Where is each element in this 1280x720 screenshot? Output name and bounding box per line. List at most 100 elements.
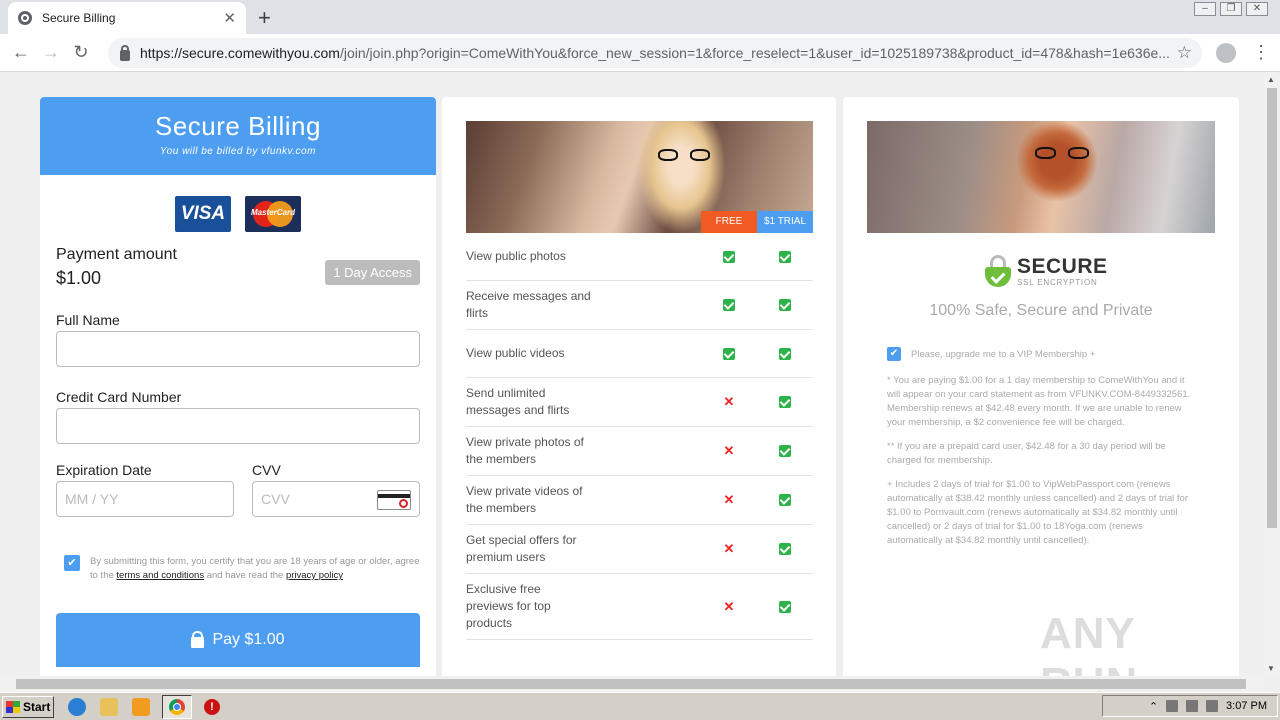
feature-label: View private photos of the members (466, 435, 584, 466)
feature-row: View private videos of the members ✕ (466, 476, 813, 525)
privacy-link[interactable]: privacy policy (286, 570, 343, 581)
vertical-scroll-thumb[interactable] (1267, 88, 1277, 528)
maximize-button[interactable]: ❐ (1220, 2, 1242, 16)
cvv-input[interactable]: CVV (252, 481, 420, 517)
feature-row: Send unlimited messages and flirts ✕ (466, 378, 813, 427)
new-tab-button[interactable]: + (258, 5, 271, 31)
stop-icon[interactable]: ! (204, 698, 220, 715)
check-icon (779, 347, 791, 360)
feature-row: View public photos (466, 233, 813, 281)
system-tray: ⌃ 3:07 PM (1102, 695, 1278, 717)
terms-consent: ✔ By submitting this form, you certify t… (64, 555, 420, 583)
globe-icon (18, 11, 32, 25)
address-bar[interactable]: https://secure.comewithyou.com/join/join… (108, 38, 1202, 68)
ssl-badge: SECURE SSL ENCRYPTION (985, 255, 1108, 287)
check-icon (779, 250, 791, 263)
network-icon[interactable] (1186, 700, 1199, 712)
tray-arrow-icon[interactable]: ⌃ (1149, 700, 1158, 713)
chrome-taskbar-button[interactable] (162, 694, 192, 719)
trial-cell (757, 494, 813, 506)
card-number-input[interactable] (56, 408, 420, 444)
bookmark-star-icon[interactable]: ☆ (1176, 43, 1192, 63)
cross-icon: ✕ (723, 443, 735, 458)
card-logos: VISA MasterCard (40, 196, 436, 232)
legal-paragraph-3: + Includes 2 days of trial for $1.00 to … (887, 479, 1188, 546)
tab-title: Secure Billing (42, 11, 116, 25)
free-cell: ✕ (701, 443, 757, 458)
cvv-card-icon (377, 490, 411, 510)
expiration-field: Expiration Date MM / YY (56, 462, 234, 517)
browser-menu-icon[interactable]: ⋮ (1252, 42, 1270, 63)
trial-cell (757, 347, 813, 360)
check-icon (723, 250, 735, 263)
feature-label: View private videos of the members (466, 484, 583, 515)
features-table: View public photos Receive messages and f… (466, 233, 813, 640)
billing-title: Secure Billing (155, 111, 321, 141)
close-window-button[interactable]: ✕ (1246, 2, 1268, 16)
free-cell (701, 299, 757, 311)
horizontal-scroll-thumb[interactable] (16, 679, 1246, 689)
full-name-input[interactable] (56, 331, 420, 367)
trial-cell (757, 299, 813, 311)
model-photo-2 (867, 121, 1215, 233)
internet-explorer-icon[interactable] (68, 697, 86, 716)
horizontal-scrollbar[interactable] (0, 676, 1264, 692)
scroll-up-icon[interactable]: ▲ (1267, 75, 1275, 84)
terms-link[interactable]: terms and conditions (116, 570, 204, 581)
minimize-button[interactable]: – (1194, 2, 1216, 16)
back-button[interactable]: ← (6, 42, 36, 63)
flag-icon[interactable] (1206, 700, 1219, 712)
trial-cell (757, 600, 813, 613)
check-icon (779, 396, 791, 408)
free-tag: FREE (701, 211, 757, 233)
payment-summary: Payment amount $1.00 1 Day Access (56, 246, 420, 290)
pay-button[interactable]: Pay $1.00 (56, 613, 420, 667)
profile-avatar[interactable] (1216, 43, 1236, 63)
cvv-placeholder: CVV (261, 491, 290, 507)
free-cell: ✕ (701, 541, 757, 556)
feature-row: View private photos of the members ✕ (466, 427, 813, 476)
ssl-title: SECURE (1017, 254, 1108, 278)
vertical-scrollbar[interactable]: ▲ ▼ (1264, 72, 1280, 676)
start-button[interactable]: Start (2, 695, 54, 718)
card-number-field: Credit Card Number (56, 389, 420, 444)
vip-checkbox[interactable]: ✔ (887, 347, 901, 361)
feature-label: Receive messages and flirts (466, 289, 591, 320)
billing-panel: Secure Billing You will be billed by vfu… (40, 97, 436, 676)
cross-icon: ✕ (723, 394, 735, 409)
cross-icon: ✕ (723, 541, 735, 556)
feature-label: View public photos (466, 249, 566, 263)
browser-tab[interactable]: Secure Billing ✕ (8, 2, 246, 34)
windows-logo-icon (6, 700, 20, 713)
full-name-field: Full Name (56, 312, 420, 367)
shield-check-icon (985, 255, 1011, 287)
feature-row: Get special offers for premium users ✕ (466, 525, 813, 574)
cvv-field: CVV CVV (252, 462, 420, 517)
legal-paragraph-1: * You are paying $1.00 for a 1 day membe… (887, 375, 1191, 428)
trial-cell (757, 396, 813, 408)
pay-button-label: Pay $1.00 (212, 631, 285, 648)
check-icon (779, 445, 791, 457)
scroll-down-icon[interactable]: ▼ (1267, 664, 1275, 673)
model-photo: FREE $1 TRIAL (466, 121, 813, 233)
free-cell: ✕ (701, 600, 757, 613)
free-cell (701, 347, 757, 360)
expiration-input[interactable]: MM / YY (56, 481, 234, 517)
check-icon (723, 299, 735, 311)
clock: 3:07 PM (1226, 700, 1267, 712)
check-icon (723, 347, 735, 360)
vip-upgrade: ✔ Please, upgrade me to a VIP Membership… (887, 347, 1095, 361)
legal-text: * You are paying $1.00 for a 1 day membe… (887, 374, 1197, 558)
terms-checkbox[interactable]: ✔ (64, 555, 80, 571)
volume-icon[interactable] (1166, 700, 1179, 712)
ssl-subtitle: SSL ENCRYPTION (1017, 277, 1098, 287)
free-cell: ✕ (701, 394, 757, 409)
visa-logo: VISA (175, 196, 231, 232)
forward-button[interactable]: → (36, 42, 66, 63)
reload-button[interactable]: ↻ (66, 42, 96, 63)
close-tab-icon[interactable]: ✕ (223, 9, 236, 27)
expiry-cvv-row: Expiration Date MM / YY CVV CVV (56, 462, 420, 517)
folder-icon[interactable] (100, 697, 118, 716)
chrome-icon (169, 698, 185, 715)
media-player-icon[interactable] (132, 697, 150, 716)
